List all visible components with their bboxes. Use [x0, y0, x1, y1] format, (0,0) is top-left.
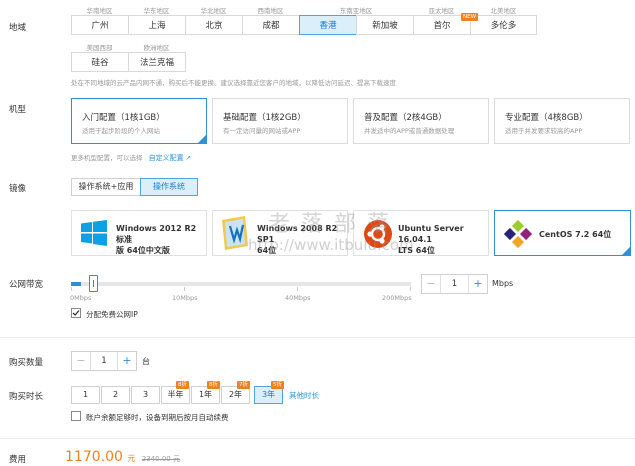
region-group-na: 北美地区 [490, 7, 517, 15]
duration-2-month[interactable]: 2 [101, 386, 130, 404]
watermark-url: http://www.itbulu.com [248, 236, 414, 254]
region-group-sea: 东南亚地区 [339, 7, 373, 15]
bandwidth-value[interactable]: 1 [441, 275, 468, 293]
tab-os-app[interactable]: 操作系统+应用 [71, 178, 141, 196]
region-toronto[interactable]: 多伦多 [470, 15, 537, 35]
region-label: 地域 [9, 23, 27, 33]
free-ip-label: 分配免费公网IP [86, 310, 138, 319]
divider [0, 337, 635, 338]
config-card-basic[interactable]: 基础配置（1核2GB） 有一定访问量的网站或APP [212, 98, 348, 144]
config-card-title: 入门配置（1核1GB） [82, 113, 165, 123]
fee-price-row: 1170.00 元 2340.00 元 [65, 449, 180, 465]
region-singapore[interactable]: 新加坡 [356, 15, 414, 35]
auto-renew-label: 账户余额足够时，设备到期后按月自动续费 [86, 413, 229, 422]
windows-logo-icon [81, 220, 107, 246]
bandwidth-slider-track[interactable] [71, 282, 411, 286]
discount-badge: 7折 [237, 381, 250, 389]
region-tip: 处在不同地域的云产品内网不通，购买后不能更换。建议选择靠近您客户的地域，以降低访… [71, 79, 396, 87]
bandwidth-label: 公网带宽 [9, 280, 44, 290]
region-chengdu[interactable]: 成都 [242, 15, 300, 35]
bandwidth-tick-40: 40Mbps [285, 294, 311, 302]
config-card-popular[interactable]: 普及配置（2核4GB） 并发适中的APP或普通数据处理 [353, 98, 489, 144]
os-centos[interactable]: CentOS 7.2 64位 [494, 210, 631, 256]
bandwidth-tick-0: 0Mbps [70, 294, 92, 302]
config-card-pro[interactable]: 专业配置（4核8GB） 适用于并发要求较高的APP [494, 98, 630, 144]
fee-label: 费用 [9, 455, 27, 465]
discount-badge: 5折 [271, 381, 284, 389]
fee-price: 1170.00 [65, 449, 123, 465]
tab-os[interactable]: 操作系统 [140, 178, 198, 196]
more-config-text: 更多机型配置，可以选择 [71, 154, 143, 162]
bandwidth-stepper[interactable]: − 1 + [421, 274, 488, 294]
check-icon [72, 310, 80, 316]
watermark-cn: 老 落 部 落 [268, 212, 391, 237]
quantity-unit: 台 [142, 357, 150, 366]
duration-3-month[interactable]: 3 [131, 386, 160, 404]
discount-badge: 8折 [207, 381, 220, 389]
region-group-north: 华北地区 [200, 7, 227, 15]
config-card-title: 普及配置（2核4GB） [364, 113, 447, 123]
duration-1-month[interactable]: 1 [71, 386, 100, 404]
config-card-starter[interactable]: 入门配置（1核1GB） 适用于起步阶段的个人网站 [71, 98, 207, 144]
discount-badge: 8折 [176, 381, 189, 389]
image-label: 镜像 [9, 184, 27, 194]
region-frankfurt[interactable]: 法兰克福 [128, 52, 186, 72]
free-ip-checkbox[interactable] [71, 308, 81, 318]
bandwidth-slider-fill [71, 282, 81, 286]
os-name: Windows 2012 R2 标准版 64位中文版 [116, 224, 197, 255]
more-config-tip: 更多机型配置，可以选择 自定义配置 ↗ [71, 152, 191, 163]
bandwidth-tick-200: 200Mbps [382, 294, 412, 302]
config-card-desc: 有一定访问量的网站或APP [223, 127, 301, 135]
quantity-plus-button[interactable]: + [117, 352, 136, 370]
config-card-title: 基础配置（1核2GB） [223, 113, 306, 123]
os-windows-2012[interactable]: Windows 2012 R2 标准版 64位中文版 [71, 210, 207, 256]
bandwidth-tick-10: 10Mbps [172, 294, 198, 302]
region-group-europe: 欧洲地区 [143, 44, 170, 52]
bandwidth-unit: Mbps [492, 279, 514, 288]
quantity-value[interactable]: 1 [91, 352, 117, 370]
machine-label: 机型 [9, 105, 27, 115]
duration-label: 购买时长 [9, 392, 44, 402]
region-beijing[interactable]: 北京 [185, 15, 243, 35]
centos-logo-icon [504, 220, 532, 248]
fee-original-price: 2340.00 元 [141, 455, 180, 463]
selected-corner-icon [622, 247, 630, 255]
quantity-minus-button[interactable]: − [72, 352, 91, 370]
config-card-desc: 适用于起步阶段的个人网站 [82, 127, 160, 135]
config-card-desc: 适用于并发要求较高的APP [505, 127, 583, 135]
windows-2008-box-icon [222, 216, 248, 250]
region-group-east: 华东地区 [143, 7, 170, 15]
bandwidth-slider-handle[interactable] [89, 275, 98, 292]
region-siliconvalley[interactable]: 硅谷 [71, 52, 129, 72]
quantity-label: 购买数量 [9, 358, 44, 368]
quantity-stepper[interactable]: − 1 + [71, 351, 137, 371]
other-duration-link[interactable]: 其他时长 [289, 390, 319, 401]
external-link-icon: ↗ [185, 154, 192, 162]
os-name: CentOS 7.2 64位 [539, 230, 612, 239]
bandwidth-plus-button[interactable]: + [468, 275, 487, 293]
region-guangzhou[interactable]: 广州 [71, 15, 129, 35]
region-group-southwest: 西南地区 [257, 7, 284, 15]
bandwidth-minus-button[interactable]: − [422, 275, 441, 293]
custom-config-link[interactable]: 自定义配置 [149, 154, 184, 162]
fee-unit: 元 [127, 454, 136, 463]
config-card-desc: 并发适中的APP或普通数据处理 [364, 127, 455, 135]
region-shanghai[interactable]: 上海 [128, 15, 186, 35]
config-card-title: 专业配置（4核8GB） [505, 113, 588, 123]
region-hongkong[interactable]: 香港 [299, 15, 357, 35]
new-badge: NEW [461, 13, 479, 21]
auto-renew-checkbox[interactable] [71, 411, 81, 421]
selected-corner-icon [198, 135, 206, 143]
region-group-uswest: 美国西部 [86, 44, 113, 52]
region-group-south: 华南地区 [86, 7, 113, 15]
divider [0, 438, 635, 439]
